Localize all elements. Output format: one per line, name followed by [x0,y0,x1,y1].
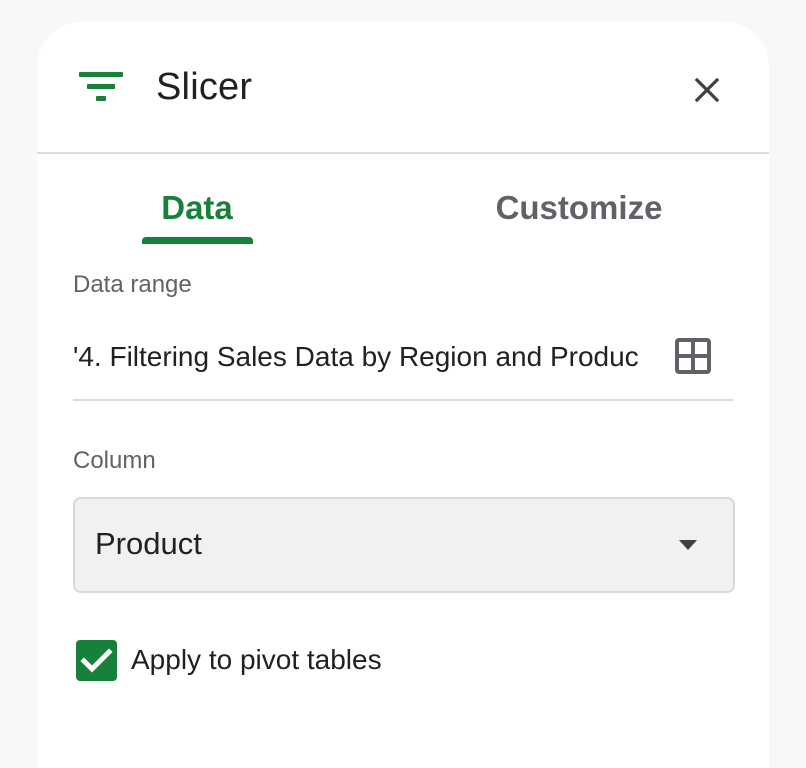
data-range-label: Data range [73,271,192,298]
tab-customize[interactable]: Customize [469,186,689,266]
data-range-value[interactable]: '4. Filtering Sales Data by Region and P… [73,337,655,377]
filter-list-icon [79,72,123,101]
column-dropdown-value: Product [95,526,202,561]
triangle-down-icon [679,540,697,550]
apply-to-pivot-tables-checkbox[interactable] [76,640,117,681]
column-dropdown[interactable]: Product [73,497,735,593]
close-button[interactable] [686,69,728,111]
selected-tab-indicator [142,237,253,244]
slicer-panel: Slicer Data Customize Data range '4. Fil… [37,22,769,768]
panel-header: Slicer [37,22,769,154]
column-label: Column [73,447,156,474]
grid-select-icon[interactable] [675,338,711,374]
close-icon [694,77,720,103]
tab-data[interactable]: Data [141,186,253,266]
panel-title: Slicer [156,66,253,108]
checkmark-icon [80,648,113,673]
apply-to-pivot-tables-label[interactable]: Apply to pivot tables [131,641,382,679]
data-range-field[interactable]: '4. Filtering Sales Data by Region and P… [73,334,733,401]
